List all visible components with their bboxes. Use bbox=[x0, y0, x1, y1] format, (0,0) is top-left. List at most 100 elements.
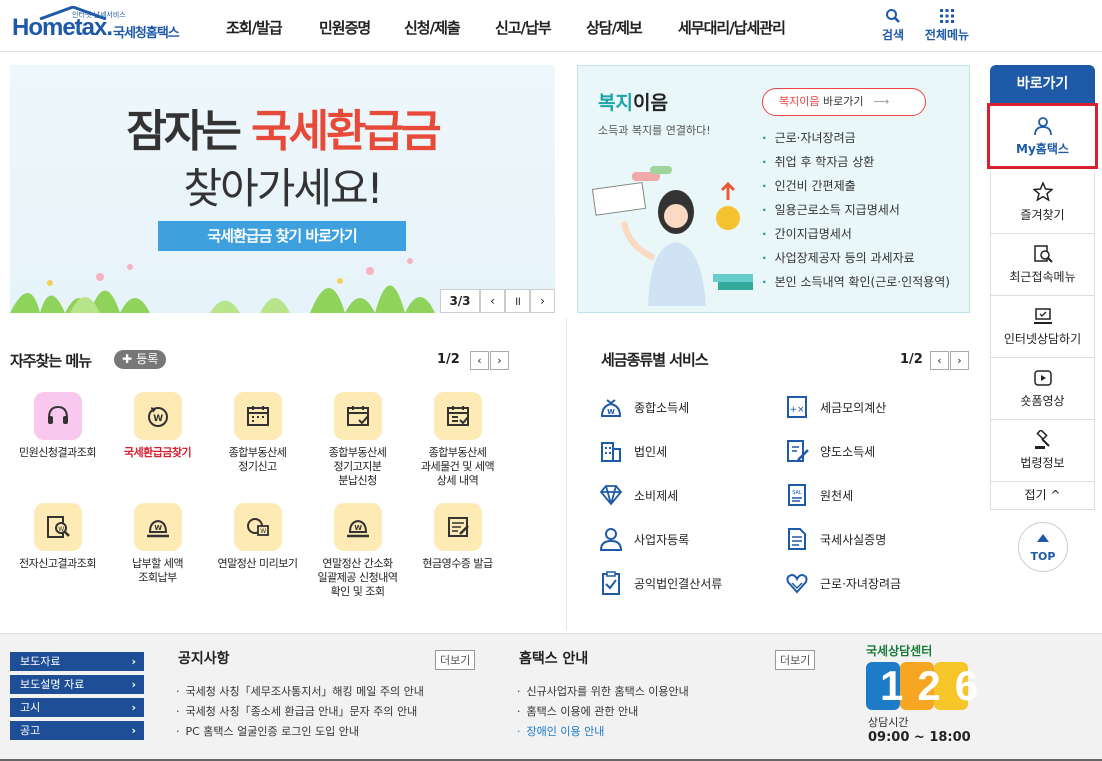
nav-certificates[interactable]: 민원증명 bbox=[319, 17, 371, 38]
document-pen-icon bbox=[787, 440, 809, 462]
preview-icon: W bbox=[233, 503, 282, 551]
guide-more-button[interactable]: 더보기 bbox=[775, 650, 816, 670]
tax-public-corp-docs[interactable]: 공익법인결산서류 bbox=[598, 570, 722, 596]
all-menu-button[interactable]: 전체메뉴 bbox=[920, 8, 974, 43]
logo-wordmark[interactable]: Hometax. bbox=[12, 14, 113, 42]
frequent-menu-item[interactable]: W 전자신고결과조회 bbox=[10, 503, 105, 571]
frequent-menu-label: 종합부동산세 과세물건 및 세액 상세 내역 bbox=[420, 446, 495, 487]
quick-my-hometax[interactable]: My홈택스 bbox=[987, 103, 1098, 169]
quick-fold-button[interactable]: 접기 ^ bbox=[990, 482, 1095, 510]
frequent-menu-item[interactable]: 현금영수증 발급 bbox=[410, 503, 505, 571]
welfare-item[interactable]: 사업장제공자 등의 과세자료 bbox=[762, 246, 950, 270]
quick-recent-menu[interactable]: 최근접속메뉴 bbox=[990, 234, 1095, 296]
person-icon bbox=[599, 528, 623, 551]
hours-label: 상담시간 bbox=[868, 716, 909, 729]
frequent-menu-item[interactable]: W 연말정산 간소화 일괄제공 신청내역 확인 및 조회 bbox=[310, 503, 405, 599]
banner-prev-button[interactable]: ‹ bbox=[480, 289, 505, 313]
tax-next-button[interactable]: › bbox=[950, 351, 969, 370]
frequent-menu-item[interactable]: 민원신청결과조회 bbox=[10, 392, 105, 460]
quick-shortform-video[interactable]: 숏폼영상 bbox=[990, 358, 1095, 420]
welfare-item[interactable]: 근로·자녀장려금 bbox=[762, 126, 950, 150]
center-title: 국세상담센터 bbox=[866, 644, 933, 658]
tax-corporate[interactable]: 법인세 bbox=[598, 438, 667, 464]
welfare-panel: 복지이음 소득과 복지를 연결하다! 복지이음 바로가기⟶ 근로·자녀장려금 취… bbox=[577, 65, 970, 313]
notice-item[interactable]: 국세청 사칭「종소세 환급금 안내」문자 주의 안내 bbox=[176, 702, 424, 722]
frequent-menu-item[interactable]: 종합부동산세 과세물건 및 세액 상세 내역 bbox=[410, 392, 505, 488]
tax-business-registration-label: 사업자등록 bbox=[634, 532, 690, 547]
quick-menu-header: 바로가기 bbox=[990, 65, 1095, 103]
header: 인터넷 납세서비스 Hometax. 국세청홈택스 조회/발급 민원증명 신청/… bbox=[0, 0, 1102, 52]
refund-search-button[interactable]: 국세환급금 찾기 바로가기 bbox=[158, 221, 406, 251]
press-explanation-link[interactable]: 보도설명 자료 bbox=[10, 675, 144, 694]
frequent-menu-item[interactable]: W 납부할 세액 조회납부 bbox=[110, 503, 205, 585]
tax-simulation[interactable]: +× 세금모의계산 bbox=[784, 394, 886, 420]
tax-consumption[interactable]: 소비제세 bbox=[598, 482, 678, 508]
guide-item[interactable]: 신규사업자를 위한 홈택스 이용안내 bbox=[517, 682, 689, 702]
woman-illustration bbox=[591, 166, 753, 306]
banner-next-button[interactable]: › bbox=[530, 289, 555, 313]
notice-item[interactable]: PC 홈택스 얼굴인증 로그인 도입 안내 bbox=[176, 722, 424, 742]
refund-banner[interactable]: 잠자는 국세환급금 찾아가세요! 국세환급금 찾기 바로가기 3/3 ‹ ॥ › bbox=[10, 65, 555, 313]
center-number-logo: 126 bbox=[866, 662, 978, 710]
tax-earned-income-credit[interactable]: 근로·자녀장려금 bbox=[784, 570, 901, 596]
tax-fact-certificate[interactable]: 국세사실증명 bbox=[784, 526, 886, 552]
arrow-up-icon bbox=[1037, 534, 1049, 542]
guide-item[interactable]: 홈택스 이용에 관한 안내 bbox=[517, 702, 689, 722]
frequent-next-button[interactable]: › bbox=[490, 351, 509, 370]
nav-consult[interactable]: 상담/제보 bbox=[586, 17, 643, 38]
frequent-prev-button[interactable]: ‹ bbox=[470, 351, 489, 370]
tax-page-indicator: 1/2 bbox=[900, 352, 923, 367]
nav-inquiry[interactable]: 조회/발급 bbox=[226, 17, 283, 38]
welfare-subtitle: 소득과 복지를 연결하다! bbox=[598, 124, 711, 137]
welfare-item[interactable]: 간이지급명세서 bbox=[762, 222, 950, 246]
tax-business-registration[interactable]: 사업자등록 bbox=[598, 526, 689, 552]
press-release-link[interactable]: 보도자료 bbox=[10, 652, 144, 671]
money-bag-icon: W bbox=[600, 399, 622, 417]
welfare-item[interactable]: 일용근로소득 지급명세서 bbox=[762, 198, 950, 222]
search-button[interactable]: 검색 bbox=[868, 8, 918, 43]
welfare-go-button[interactable]: 복지이음 바로가기 ⟶ bbox=[762, 88, 926, 116]
nav-filing[interactable]: 신고/납부 bbox=[495, 17, 552, 38]
svg-text:W: W bbox=[153, 414, 163, 424]
frequent-menu-item[interactable]: W 국세환급금찾기 bbox=[110, 392, 205, 460]
notice-more-button[interactable]: 더보기 bbox=[435, 650, 476, 670]
section-divider bbox=[566, 318, 567, 630]
all-menu-label: 전체메뉴 bbox=[924, 28, 970, 42]
welfare-item[interactable]: 본인 소득내역 확인(근로·인적용역) bbox=[762, 270, 950, 294]
tax-income[interactable]: W 종합소득세 bbox=[598, 394, 689, 420]
add-frequent-button[interactable]: ✚ 등록 bbox=[114, 350, 167, 369]
welfare-item[interactable]: 취업 후 학자금 상환 bbox=[762, 150, 950, 174]
frequent-menu-item[interactable]: 종합부동산세 정기신고 bbox=[210, 392, 305, 474]
search-icon bbox=[886, 9, 900, 23]
tax-prev-button[interactable]: ‹ bbox=[930, 351, 949, 370]
logo-subtitle[interactable]: 국세청홈택스 bbox=[113, 22, 180, 41]
tax-withholding[interactable]: SAL 원천세 bbox=[784, 482, 853, 508]
notification-link[interactable]: 고시 bbox=[10, 698, 144, 717]
tax-transfer[interactable]: 양도소득세 bbox=[784, 438, 875, 464]
quick-online-consult[interactable]: 인터넷상담하기 bbox=[990, 296, 1095, 358]
notice-title: 공지사항 bbox=[178, 651, 230, 667]
user-icon bbox=[1033, 117, 1052, 136]
banner-headline: 잠자는 국세환급금 bbox=[126, 106, 441, 157]
nav-tax-agent[interactable]: 세무대리/납세관리 bbox=[678, 17, 786, 38]
tax-service-title: 세금종류별 서비스 bbox=[601, 351, 709, 369]
nav-application[interactable]: 신청/제출 bbox=[404, 17, 461, 38]
notice-list: 국세청 사칭「세무조사통지서」해킹 메일 주의 안내 국세청 사칭「종소세 환급… bbox=[176, 682, 424, 742]
scroll-top-button[interactable]: TOP bbox=[1018, 522, 1068, 572]
frequent-menu-label: 종합부동산세 정기고지분 분납신청 bbox=[328, 446, 387, 487]
tax-earned-income-credit-label: 근로·자녀장려금 bbox=[820, 576, 902, 591]
svg-text:W: W bbox=[354, 524, 362, 532]
welfare-item[interactable]: 인건비 간편제출 bbox=[762, 174, 950, 198]
laptop-icon bbox=[1033, 308, 1052, 324]
frequent-menu-item[interactable]: 종합부동산세 정기고지분 분납신청 bbox=[310, 392, 405, 488]
announcement-link[interactable]: 공고 bbox=[10, 721, 144, 740]
banner-pause-button[interactable]: ॥ bbox=[505, 289, 530, 313]
quick-law-info[interactable]: 법령정보 bbox=[990, 420, 1095, 482]
notice-item[interactable]: 국세청 사칭「세무조사통지서」해킹 메일 주의 안내 bbox=[176, 682, 424, 702]
document-icon bbox=[788, 528, 806, 550]
money-hand-icon: W bbox=[133, 503, 182, 551]
frequent-menu-item[interactable]: W 연말정산 미리보기 bbox=[210, 503, 305, 571]
guide-item[interactable]: 장애인 이용 안내 bbox=[517, 722, 689, 742]
quick-my-hometax-label: My홈택스 bbox=[1016, 142, 1069, 156]
quick-favorites[interactable]: 즐겨찾기 bbox=[990, 172, 1095, 234]
